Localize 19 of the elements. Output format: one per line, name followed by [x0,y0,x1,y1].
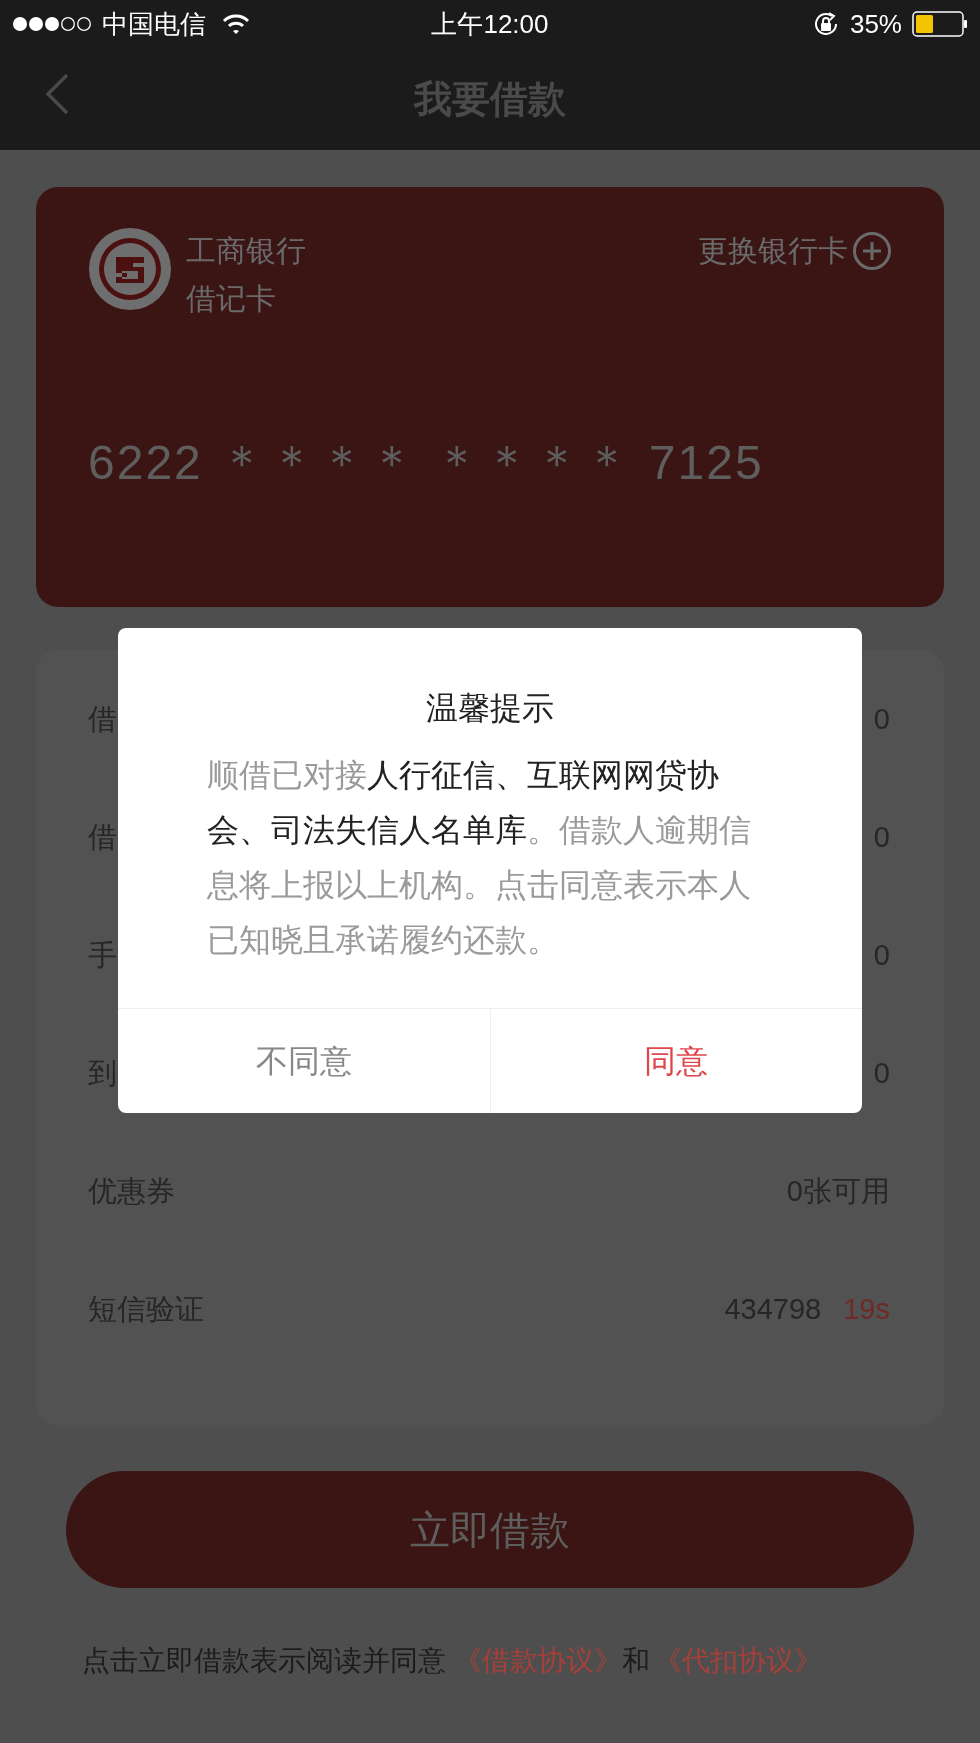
bank-name: 工商银行 [186,233,306,269]
disagree-button[interactable]: 不同意 [118,1009,490,1113]
bank-card[interactable]: 工商银行 借记卡 更换银行卡 6222 ＊＊＊＊ ＊＊＊＊ 7125 [36,187,944,607]
card-type: 借记卡 [186,281,277,317]
dialog-title: 温馨提示 [425,689,555,728]
signal-icon [12,16,94,32]
submit-loan-button[interactable]: 立即借款 [66,1471,914,1588]
agree-button[interactable]: 同意 [489,1009,862,1113]
dialog-message: 顺借已对接人行征信、互联网网贷协会、司法失信人名单库。借款人逾期信息将上报以上机构。点击同意表示本人已知晓且承诺履约还款。 [207,756,752,960]
card-number: 6222 ＊＊＊＊ ＊＊＊＊ 7125 [88,435,765,491]
carrier-name: 中国电信 [102,7,206,41]
change-card-link[interactable]: 更换银行卡 [698,227,892,275]
status-time: 上午12:00 [430,7,550,41]
wifi-icon [222,14,250,34]
bank-logo-icon [88,227,172,311]
back-icon[interactable] [44,73,70,115]
battery-icon [912,11,968,37]
battery-percent: 35% [849,7,902,41]
plus-circle-icon [852,231,892,271]
